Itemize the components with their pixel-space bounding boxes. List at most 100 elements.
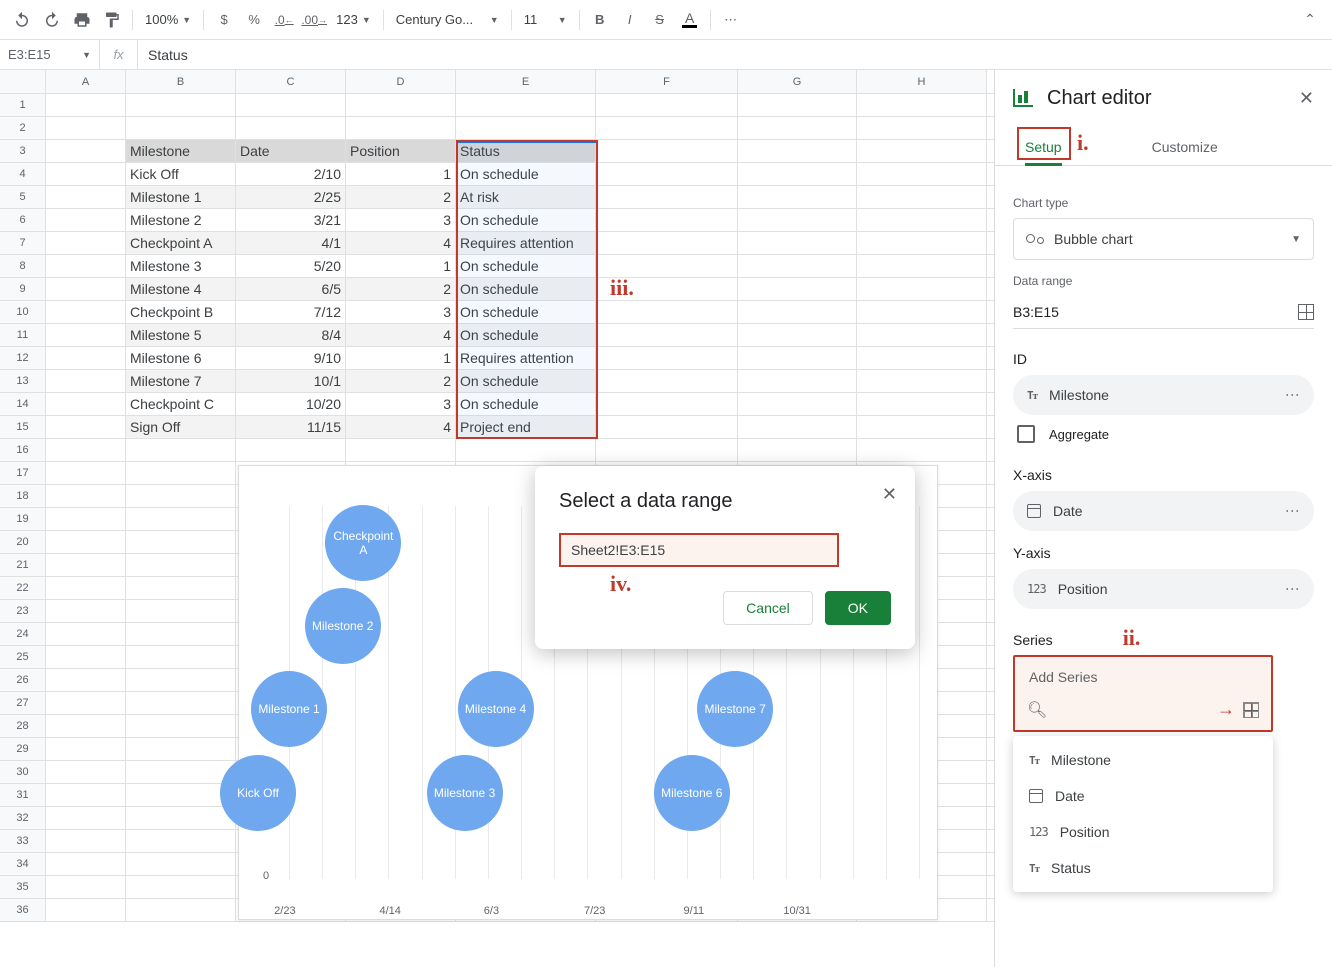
text-color-button[interactable]: A — [676, 6, 704, 34]
chart-bubble[interactable]: Kick Off — [220, 755, 296, 831]
tab-customize[interactable]: Customize — [1152, 139, 1218, 165]
cell[interactable] — [126, 508, 236, 530]
cell[interactable] — [738, 209, 857, 231]
row-header-25[interactable]: 25 — [0, 646, 46, 669]
cell[interactable] — [738, 439, 857, 461]
series-option[interactable]: TᴛStatus — [1013, 850, 1273, 886]
cell[interactable] — [236, 439, 346, 461]
row-header-18[interactable]: 18 — [0, 485, 46, 508]
cell[interactable] — [596, 163, 738, 185]
cell[interactable] — [46, 876, 126, 898]
row-header-15[interactable]: 15 — [0, 416, 46, 439]
col-header-H[interactable]: H — [857, 70, 987, 93]
cell[interactable]: 5/20 — [236, 255, 346, 277]
cell[interactable] — [596, 278, 738, 300]
row-header-33[interactable]: 33 — [0, 830, 46, 853]
cell[interactable]: Status — [456, 140, 596, 162]
paint-format-button[interactable] — [98, 6, 126, 34]
aggregate-checkbox-row[interactable]: Aggregate — [1013, 415, 1314, 453]
row-header-31[interactable]: 31 — [0, 784, 46, 807]
cell[interactable] — [46, 301, 126, 323]
cell[interactable] — [857, 209, 987, 231]
cell[interactable] — [738, 94, 857, 116]
cell[interactable]: 2/10 — [236, 163, 346, 185]
cell[interactable]: Milestone — [126, 140, 236, 162]
chart-bubble[interactable]: Milestone 1 — [251, 671, 327, 747]
formula-input[interactable]: Status — [138, 47, 1332, 63]
row-header-13[interactable]: 13 — [0, 370, 46, 393]
cell[interactable] — [46, 232, 126, 254]
cell[interactable] — [126, 899, 236, 921]
chart-type-select[interactable]: Bubble chart ▼ — [1013, 218, 1314, 260]
cell[interactable] — [857, 232, 987, 254]
row-header-26[interactable]: 26 — [0, 669, 46, 692]
cell[interactable] — [236, 94, 346, 116]
cell[interactable] — [46, 186, 126, 208]
cell[interactable] — [857, 393, 987, 415]
row-header-29[interactable]: 29 — [0, 738, 46, 761]
kebab-icon[interactable]: ⋮ — [1284, 504, 1301, 519]
cell[interactable] — [46, 163, 126, 185]
chart-bubble[interactable]: Checkpoint A — [325, 505, 401, 581]
series-search-row[interactable]: 🔍︎ → — [1015, 693, 1271, 730]
cell[interactable] — [738, 186, 857, 208]
cell[interactable] — [596, 301, 738, 323]
cell[interactable] — [46, 278, 126, 300]
col-header-C[interactable]: C — [236, 70, 346, 93]
undo-button[interactable] — [8, 6, 36, 34]
row-header-30[interactable]: 30 — [0, 761, 46, 784]
row-header-6[interactable]: 6 — [0, 209, 46, 232]
select-all-corner[interactable] — [0, 70, 46, 93]
series-option[interactable]: Date — [1013, 778, 1273, 814]
cell[interactable] — [456, 117, 596, 139]
cell[interactable] — [738, 370, 857, 392]
cell[interactable] — [857, 117, 987, 139]
cell[interactable] — [126, 692, 236, 714]
col-header-B[interactable]: B — [126, 70, 236, 93]
cell[interactable] — [596, 416, 738, 438]
more-options-button[interactable]: ⋯ — [717, 6, 745, 34]
cell[interactable] — [857, 94, 987, 116]
cell[interactable]: Milestone 1 — [126, 186, 236, 208]
col-header-E[interactable]: E — [456, 70, 596, 93]
row-header-10[interactable]: 10 — [0, 301, 46, 324]
cell[interactable]: Milestone 7 — [126, 370, 236, 392]
currency-button[interactable]: $ — [210, 6, 238, 34]
cell[interactable]: 3 — [346, 301, 456, 323]
cell[interactable] — [126, 853, 236, 875]
cell[interactable] — [857, 347, 987, 369]
cell[interactable] — [46, 761, 126, 783]
cell[interactable] — [738, 140, 857, 162]
col-header-F[interactable]: F — [596, 70, 738, 93]
row-header-12[interactable]: 12 — [0, 347, 46, 370]
cell[interactable] — [738, 117, 857, 139]
cell[interactable] — [738, 416, 857, 438]
cell[interactable]: On schedule — [456, 255, 596, 277]
cell[interactable] — [236, 117, 346, 139]
strikethrough-button[interactable]: S — [646, 6, 674, 34]
cell[interactable]: 2/25 — [236, 186, 346, 208]
cancel-button[interactable]: Cancel — [723, 591, 813, 625]
row-header-35[interactable]: 35 — [0, 876, 46, 899]
cell[interactable] — [126, 485, 236, 507]
cell[interactable]: Requires attention — [456, 347, 596, 369]
cell[interactable] — [126, 761, 236, 783]
cell[interactable]: 10/20 — [236, 393, 346, 415]
cell[interactable] — [46, 255, 126, 277]
kebab-icon[interactable]: ⋮ — [1284, 582, 1301, 597]
row-header-22[interactable]: 22 — [0, 577, 46, 600]
cell[interactable] — [456, 94, 596, 116]
number-format-dropdown[interactable]: 123▼ — [330, 6, 377, 34]
cell[interactable] — [46, 439, 126, 461]
row-header-32[interactable]: 32 — [0, 807, 46, 830]
cell[interactable] — [738, 255, 857, 277]
cell[interactable]: 2 — [346, 278, 456, 300]
cell[interactable] — [126, 94, 236, 116]
cell[interactable]: 4 — [346, 416, 456, 438]
cell[interactable] — [46, 899, 126, 921]
cell[interactable] — [46, 577, 126, 599]
chart-bubble[interactable]: Milestone 3 — [427, 755, 503, 831]
cell[interactable] — [738, 301, 857, 323]
row-header-5[interactable]: 5 — [0, 186, 46, 209]
cell[interactable] — [126, 669, 236, 691]
